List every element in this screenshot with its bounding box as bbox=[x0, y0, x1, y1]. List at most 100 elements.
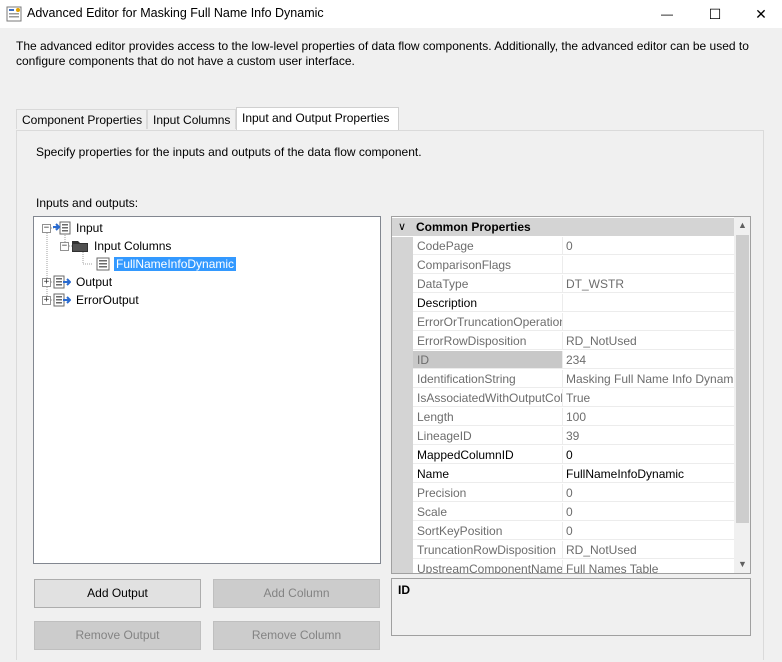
scroll-down-icon[interactable]: ▼ bbox=[734, 556, 750, 573]
property-value[interactable]: True bbox=[563, 389, 734, 407]
property-row-gutter bbox=[392, 351, 413, 370]
property-value[interactable]: Full Names Table bbox=[563, 560, 734, 573]
tab-input-output-properties[interactable]: Input and Output Properties bbox=[236, 107, 399, 130]
property-name[interactable]: IdentificationString bbox=[413, 370, 563, 388]
expand-toggle[interactable]: + bbox=[42, 295, 51, 305]
category-common-properties[interactable]: ∨ Common Properties bbox=[392, 218, 734, 236]
property-row-gutter bbox=[392, 408, 413, 427]
window-title: Advanced Editor for Masking Full Name In… bbox=[27, 6, 324, 20]
property-row[interactable]: Length 100 bbox=[392, 408, 734, 427]
property-value[interactable]: 0 bbox=[563, 503, 734, 521]
property-row-gutter bbox=[392, 275, 413, 294]
property-name[interactable]: SortKeyPosition bbox=[413, 522, 563, 540]
property-row-gutter bbox=[392, 294, 413, 313]
property-row-gutter bbox=[392, 313, 413, 332]
property-row[interactable]: ID 234 bbox=[392, 351, 734, 370]
property-value[interactable]: FullNameInfoDynamic bbox=[563, 465, 734, 483]
expand-toggle[interactable]: + bbox=[42, 277, 51, 287]
property-row-gutter bbox=[392, 256, 413, 275]
property-value[interactable]: RD_NotUsed bbox=[563, 541, 734, 559]
property-value[interactable]: 234 bbox=[563, 351, 734, 369]
property-name[interactable]: ErrorRowDisposition bbox=[413, 332, 563, 350]
property-grid-scrollbar[interactable]: ▲ ▼ bbox=[734, 217, 750, 573]
property-value[interactable]: 0 bbox=[563, 484, 734, 502]
inputs-outputs-tree[interactable]: − Input − Input Columns FullNameInfoDyna… bbox=[33, 216, 381, 564]
tree-node-fullnameinfodynamic[interactable]: FullNameInfoDynamic bbox=[93, 255, 237, 273]
advanced-editor-icon bbox=[6, 6, 22, 22]
tree-node-input-columns[interactable]: − Input Columns bbox=[60, 237, 173, 255]
property-name[interactable]: MappedColumnID bbox=[413, 446, 563, 464]
property-value[interactable]: RD_NotUsed bbox=[563, 332, 734, 350]
property-value[interactable] bbox=[563, 294, 734, 312]
property-row[interactable]: ErrorRowDisposition RD_NotUsed bbox=[392, 332, 734, 351]
property-name[interactable]: ErrorOrTruncationOperation bbox=[413, 313, 563, 331]
property-row[interactable]: ComparisonFlags bbox=[392, 256, 734, 275]
property-value[interactable]: 0 bbox=[563, 237, 734, 255]
property-row[interactable]: Scale 0 bbox=[392, 503, 734, 522]
add-output-button[interactable]: Add Output bbox=[34, 579, 201, 608]
property-name[interactable]: LineageID bbox=[413, 427, 563, 445]
property-row-gutter bbox=[392, 446, 413, 465]
property-name[interactable]: DataType bbox=[413, 275, 563, 293]
remove-output-button[interactable]: Remove Output bbox=[34, 621, 201, 650]
chevron-down-icon[interactable]: ∨ bbox=[398, 218, 408, 236]
title-bar: Advanced Editor for Masking Full Name In… bbox=[0, 0, 782, 28]
tab-component-properties[interactable]: Component Properties bbox=[16, 109, 147, 129]
scrollbar-thumb[interactable] bbox=[736, 235, 749, 523]
collapse-toggle[interactable]: − bbox=[60, 241, 69, 251]
close-button[interactable]: ✕ bbox=[738, 0, 782, 28]
property-row[interactable]: MappedColumnID 0 bbox=[392, 446, 734, 465]
property-row-gutter bbox=[392, 541, 413, 560]
property-row[interactable]: TruncationRowDisposition RD_NotUsed bbox=[392, 541, 734, 560]
property-name[interactable]: UpstreamComponentName bbox=[413, 560, 563, 573]
add-column-button[interactable]: Add Column bbox=[213, 579, 380, 608]
property-value[interactable]: Masking Full Name Info Dynamic bbox=[563, 370, 734, 388]
property-row[interactable]: LineageID 39 bbox=[392, 427, 734, 446]
property-name[interactable]: ID bbox=[413, 351, 563, 369]
property-value[interactable] bbox=[563, 313, 734, 331]
minimize-button[interactable]: — bbox=[644, 0, 690, 28]
property-grid[interactable]: ∨ Common Properties CodePage 0 ComparisonF… bbox=[391, 216, 751, 574]
property-row[interactable]: UpstreamComponentName Full Names Table bbox=[392, 560, 734, 573]
tree-node-label: Input bbox=[76, 221, 103, 235]
property-name[interactable]: IsAssociatedWithOutputColumn bbox=[413, 389, 563, 407]
property-value[interactable]: 0 bbox=[563, 522, 734, 540]
property-name[interactable]: CodePage bbox=[413, 237, 563, 255]
property-value[interactable]: DT_WSTR bbox=[563, 275, 734, 293]
property-name[interactable]: Precision bbox=[413, 484, 563, 502]
close-icon: ✕ bbox=[755, 5, 767, 22]
tree-node-input[interactable]: − Input bbox=[42, 219, 105, 237]
output-icon bbox=[53, 275, 71, 289]
property-row-gutter bbox=[392, 522, 413, 541]
property-name[interactable]: Name bbox=[413, 465, 563, 483]
property-row[interactable]: IsAssociatedWithOutputColumnTrue bbox=[392, 389, 734, 408]
tab-input-columns[interactable]: Input Columns bbox=[147, 109, 236, 129]
property-row-gutter bbox=[392, 332, 413, 351]
property-value[interactable]: 100 bbox=[563, 408, 734, 426]
property-row[interactable]: Precision 0 bbox=[392, 484, 734, 503]
property-row[interactable]: Name FullNameInfoDynamic bbox=[392, 465, 734, 484]
property-row[interactable]: DataType DT_WSTR bbox=[392, 275, 734, 294]
maximize-button[interactable]: ☐ bbox=[692, 0, 738, 28]
property-row-gutter bbox=[392, 389, 413, 408]
tree-node-output[interactable]: + Output bbox=[42, 273, 114, 291]
property-name[interactable]: Length bbox=[413, 408, 563, 426]
property-row[interactable]: IdentificationString Masking Full Name In… bbox=[392, 370, 734, 389]
property-row[interactable]: ErrorOrTruncationOperation bbox=[392, 313, 734, 332]
column-icon bbox=[96, 257, 110, 271]
property-value[interactable]: 39 bbox=[563, 427, 734, 445]
tree-node-erroroutput[interactable]: + ErrorOutput bbox=[42, 291, 141, 309]
property-row[interactable]: Description bbox=[392, 294, 734, 313]
property-name[interactable]: Description bbox=[413, 294, 563, 312]
collapse-toggle[interactable]: − bbox=[42, 223, 51, 233]
property-name[interactable]: TruncationRowDisposition bbox=[413, 541, 563, 559]
property-name[interactable]: Scale bbox=[413, 503, 563, 521]
folder-icon bbox=[72, 241, 88, 252]
remove-column-button[interactable]: Remove Column bbox=[213, 621, 380, 650]
property-value[interactable] bbox=[563, 256, 734, 274]
property-row[interactable]: SortKeyPosition 0 bbox=[392, 522, 734, 541]
property-value[interactable]: 0 bbox=[563, 446, 734, 464]
scroll-up-icon[interactable]: ▲ bbox=[734, 217, 750, 234]
property-name[interactable]: ComparisonFlags bbox=[413, 256, 563, 274]
property-row[interactable]: CodePage 0 bbox=[392, 237, 734, 256]
